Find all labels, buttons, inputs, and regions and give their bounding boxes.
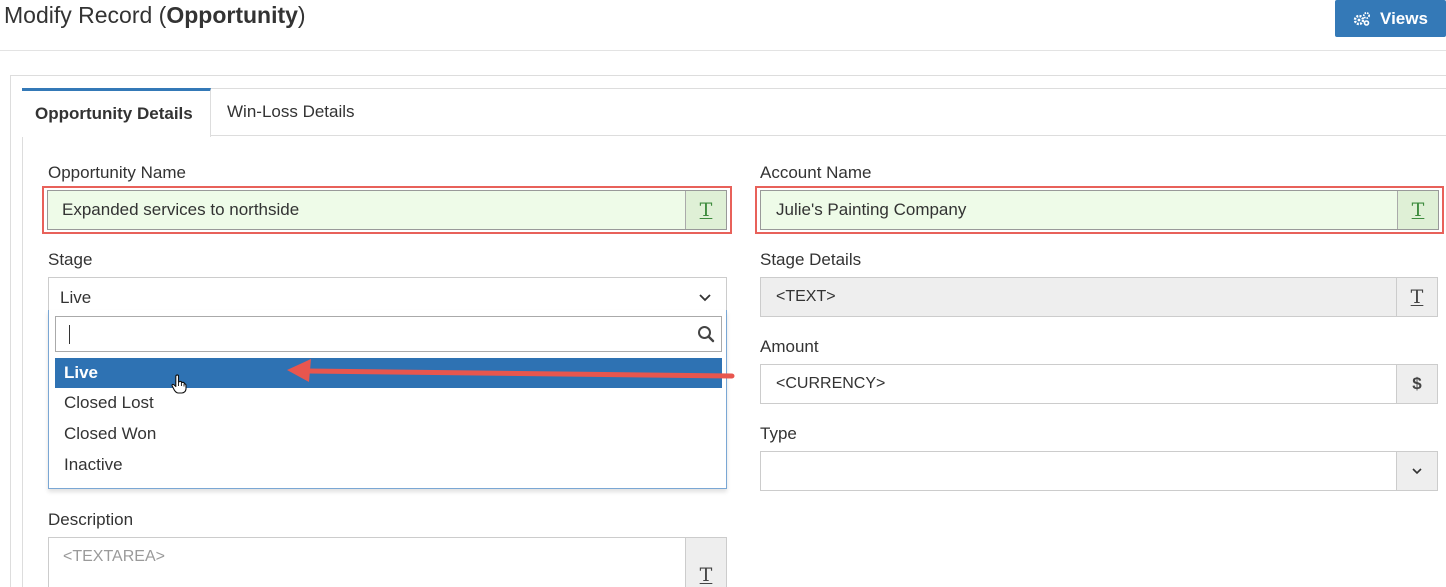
- tab-win-loss-details[interactable]: Win-Loss Details: [214, 88, 368, 136]
- description-textarea[interactable]: <TEXTAREA> T: [48, 537, 727, 587]
- stage-details-placeholder: <TEXT>: [776, 288, 836, 305]
- opportunity-name-value: Expanded services to northside: [62, 200, 300, 219]
- stage-details-field[interactable]: <TEXT> T: [760, 277, 1438, 317]
- stage-label: Stage: [48, 250, 93, 269]
- page-title-entity: Opportunity: [166, 2, 298, 28]
- type-label: Type: [760, 424, 797, 443]
- text-type-glyph: T: [699, 564, 713, 586]
- search-icon: [697, 325, 715, 348]
- text-type-icon: T: [685, 538, 726, 587]
- account-name-value: Julie's Painting Company: [776, 200, 967, 219]
- amount-field[interactable]: <CURRENCY> $: [760, 364, 1438, 404]
- text-type-glyph: T: [699, 198, 713, 221]
- page-header: Modify Record (Opportunity) Views: [0, 0, 1446, 51]
- text-type-icon: T: [685, 191, 726, 229]
- gears-icon: [1353, 11, 1371, 27]
- account-name-label: Account Name: [760, 163, 872, 182]
- stage-dropdown: Live Closed Lost Closed Won Inactive: [48, 310, 727, 489]
- opportunity-name-label: Opportunity Name: [48, 163, 186, 182]
- text-type-glyph: T: [1410, 285, 1424, 308]
- stage-option-closed-lost[interactable]: Closed Lost: [55, 388, 722, 418]
- annotation-arrow-icon: [287, 359, 735, 382]
- tab-opportunity-details[interactable]: Opportunity Details: [22, 88, 211, 137]
- description-label: Description: [48, 510, 134, 529]
- tabs-bar: Opportunity Details Win-Loss Details: [22, 88, 1446, 137]
- stage-search-input[interactable]: [55, 316, 722, 352]
- chevron-down-icon: [698, 289, 712, 309]
- account-name-field[interactable]: Julie's Painting Company T: [760, 190, 1439, 230]
- page-title-prefix: Modify Record (: [4, 2, 167, 28]
- chevron-down-icon: [1396, 452, 1437, 490]
- text-type-glyph: T: [1411, 198, 1425, 221]
- views-button-label: Views: [1380, 8, 1428, 28]
- views-button[interactable]: Views: [1335, 0, 1446, 37]
- amount-placeholder: <CURRENCY>: [776, 375, 886, 392]
- page-title-suffix: ): [297, 2, 306, 28]
- stage-option-inactive[interactable]: Inactive: [55, 450, 722, 480]
- text-type-icon: T: [1396, 278, 1437, 316]
- hand-cursor-icon: [171, 374, 187, 394]
- stage-option-closed-won[interactable]: Closed Won: [55, 419, 722, 449]
- stage-selected-value: Live: [60, 287, 92, 307]
- opportunity-name-field[interactable]: Expanded services to northside T: [47, 190, 727, 230]
- amount-label: Amount: [760, 337, 819, 356]
- currency-icon: $: [1396, 365, 1437, 403]
- stage-details-label: Stage Details: [760, 250, 862, 269]
- description-placeholder: <TEXTAREA>: [63, 548, 165, 565]
- page-title: Modify Record (Opportunity): [4, 2, 306, 29]
- type-select[interactable]: [760, 451, 1438, 491]
- text-caret: [69, 325, 70, 344]
- text-type-icon: T: [1397, 191, 1438, 229]
